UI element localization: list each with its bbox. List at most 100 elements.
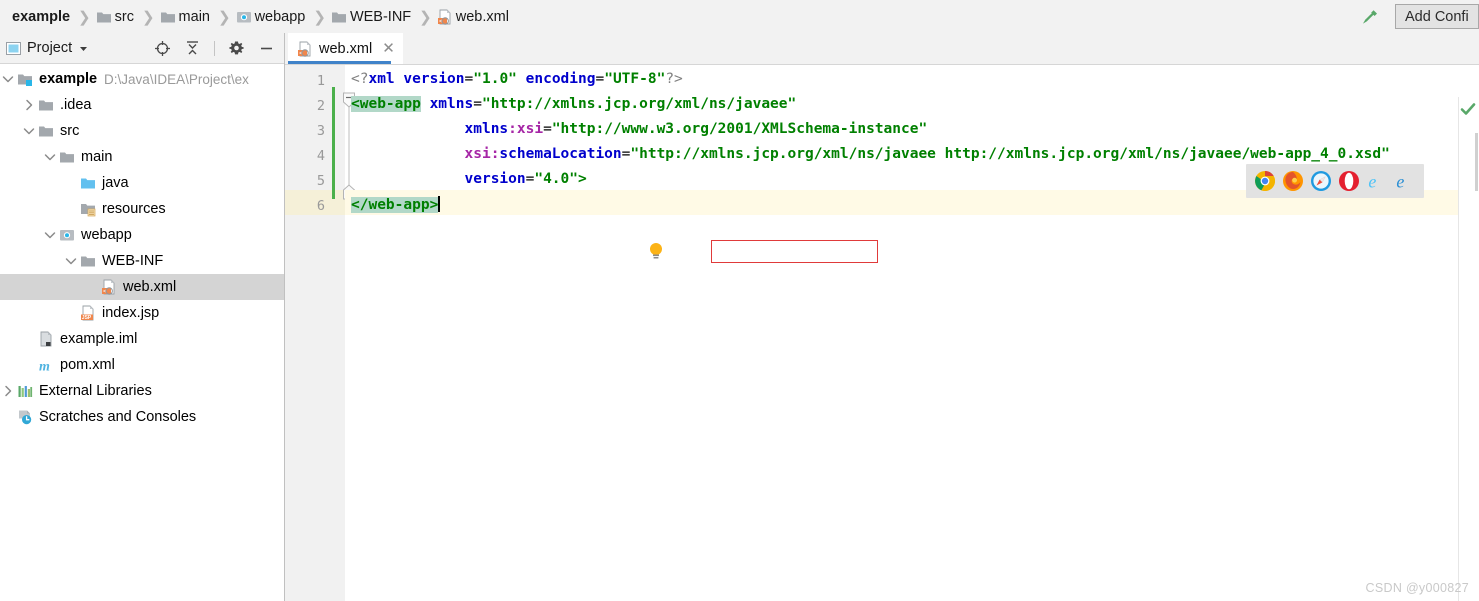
folder-icon <box>160 9 176 25</box>
folder-icon <box>80 253 96 269</box>
inspection-gutter[interactable] <box>1458 97 1479 601</box>
tree-node-icon <box>16 71 34 87</box>
project-tool-window-actions <box>154 40 278 57</box>
code-line-1[interactable]: <?xml version="1.0" encoding="UTF-8"?> <box>351 71 683 87</box>
hammer-icon[interactable] <box>1355 6 1385 28</box>
chevron-right-icon[interactable] <box>21 97 37 113</box>
tree-node-label: External Libraries <box>39 383 152 399</box>
tree-node-icon: JSP <box>79 305 97 321</box>
tree-row-src[interactable]: src <box>0 118 284 144</box>
code-token: encoding <box>525 71 596 87</box>
code-editor[interactable]: 123456 <?xml version="1.0" encoding="UTF… <box>285 65 1479 601</box>
tree-row-web-xml[interactable]: < web.xml <box>0 274 284 300</box>
tree-node-label: example <box>39 71 98 87</box>
tree-row-pom-xml[interactable]: m pom.xml <box>0 352 284 378</box>
firefox-icon[interactable] <box>1282 170 1304 192</box>
locate-icon[interactable] <box>154 40 171 57</box>
tree-row-index-jsp[interactable]: JSP index.jsp <box>0 300 284 326</box>
text-caret <box>438 196 441 212</box>
breadcrumb-label: src <box>114 8 134 25</box>
code-token: "UTF-8" <box>604 71 666 87</box>
tree-node-label: example.iml <box>60 331 138 347</box>
breadcrumb-item-example[interactable]: example <box>7 0 75 33</box>
breadcrumb-separator: ❯ <box>419 8 432 26</box>
xml-file-icon: < <box>101 279 117 295</box>
breadcrumb-label: webapp <box>254 8 306 25</box>
svg-text:e: e <box>1368 172 1376 192</box>
code-text[interactable]: <?xml version="1.0" encoding="UTF-8"?> <w… <box>285 65 1479 601</box>
code-line-2[interactable]: <web-app xmlns="http://xmlns.jcp.org/xml… <box>351 96 796 112</box>
intention-bulb-icon[interactable] <box>647 241 665 261</box>
source-root-folder-icon <box>80 175 96 191</box>
tree-node-icon <box>79 201 97 217</box>
tree-node-icon <box>16 409 34 425</box>
editor-area: < web.xml ✕ 123456 <?xml version="1.0" e… <box>285 33 1479 601</box>
code-token: "http://xmlns.jcp.org/xml/ns/javaee" <box>481 96 797 112</box>
code-line-3[interactable]: xmlns:xsi="http://www.w3.org/2001/XMLSch… <box>351 121 928 137</box>
tree-node-path: D:\Java\IDEA\Project\ex <box>104 71 249 87</box>
breadcrumb-item-web-xml[interactable]: < web.xml <box>435 0 514 33</box>
hide-window-icon[interactable] <box>258 40 275 57</box>
folder-icon <box>331 9 347 25</box>
project-tree[interactable]: example D:\Java\IDEA\Project\ex .idea src ma… <box>0 64 284 601</box>
chrome-icon[interactable] <box>1254 170 1276 192</box>
navigation-bar: example ❯ src ❯ main ❯ webapp ❯ WEB-INF ❯ < web.xml… <box>0 0 1479 34</box>
breadcrumb-item-web-inf[interactable]: WEB-INF <box>329 0 416 33</box>
code-token: "http://xmlns.jcp.org/xml/ns/javaee http… <box>630 146 1390 162</box>
tree-row--idea[interactable]: .idea <box>0 92 284 118</box>
tree-row-main[interactable]: main <box>0 144 284 170</box>
editor-tabs: < web.xml ✕ <box>285 33 1479 65</box>
breadcrumb-separator: ❯ <box>313 8 326 26</box>
code-token: xmlns <box>464 121 509 137</box>
close-icon[interactable]: ✕ <box>378 41 395 56</box>
settings-gear-icon[interactable] <box>228 40 245 57</box>
breadcrumb-separator: ❯ <box>217 8 231 26</box>
tree-row-java[interactable]: java <box>0 170 284 196</box>
code-token: = <box>464 71 474 87</box>
tree-node-icon <box>58 149 76 165</box>
breadcrumb-item-src[interactable]: src <box>94 0 139 33</box>
tree-row-resources[interactable]: resources <box>0 196 284 222</box>
code-token: <? <box>351 71 369 87</box>
chevron-down-icon[interactable] <box>42 149 58 165</box>
chevron-down-icon[interactable] <box>78 43 89 54</box>
tree-row-webapp[interactable]: webapp <box>0 222 284 248</box>
collapse-all-icon[interactable] <box>184 40 201 57</box>
breadcrumb-item-main[interactable]: main <box>158 0 215 33</box>
breadcrumb-label: web.xml <box>455 8 509 25</box>
chevron-down-icon[interactable] <box>0 71 16 87</box>
chevron-down-icon[interactable] <box>63 253 79 269</box>
tree-row-web-inf[interactable]: WEB-INF <box>0 248 284 274</box>
tree-arrow-placeholder <box>63 175 79 191</box>
tree-row-example-iml[interactable]: example.iml <box>0 326 284 352</box>
tree-row-example[interactable]: example D:\Java\IDEA\Project\ex <box>0 66 284 92</box>
editor-scrollbar[interactable] <box>1475 133 1478 191</box>
code-token: "1.0" <box>473 71 517 87</box>
breadcrumb: example ❯ src ❯ main ❯ webapp ❯ WEB-INF ❯ < web.xml <box>0 0 514 33</box>
chevron-down-icon[interactable] <box>42 227 58 243</box>
code-token: schemaLocation <box>499 146 622 162</box>
edge-icon[interactable]: e <box>1394 170 1416 192</box>
opera-icon[interactable] <box>1338 170 1360 192</box>
chevron-right-icon[interactable] <box>0 383 16 399</box>
code-line-5[interactable]: version="4.0"> <box>351 171 587 187</box>
safari-icon[interactable] <box>1310 170 1332 192</box>
checkmark-ok-icon <box>1460 101 1476 117</box>
code-line-6[interactable]: </web-app> <box>351 196 441 213</box>
tree-row-external-libraries[interactable]: External Libraries <box>0 378 284 404</box>
add-configuration-button[interactable]: Add Confi <box>1395 4 1479 29</box>
code-token: "4.0" <box>534 171 578 187</box>
chevron-down-icon[interactable] <box>21 123 37 139</box>
code-line-4[interactable]: xsi:schemaLocation="http://xmlns.jcp.org… <box>351 146 1390 162</box>
breadcrumb-item-webapp[interactable]: webapp <box>234 0 311 33</box>
code-token: <web-app <box>351 96 421 112</box>
internet-explorer-icon[interactable]: e <box>1366 170 1388 192</box>
project-view-selector[interactable]: Project <box>6 40 89 56</box>
tab-web-xml[interactable]: < web.xml ✕ <box>288 33 403 64</box>
browser-preview-bar[interactable]: e e <box>1246 164 1424 198</box>
tree-row-scratches-and-consoles[interactable]: Scratches and Consoles <box>0 404 284 430</box>
project-view-icon <box>6 41 21 56</box>
